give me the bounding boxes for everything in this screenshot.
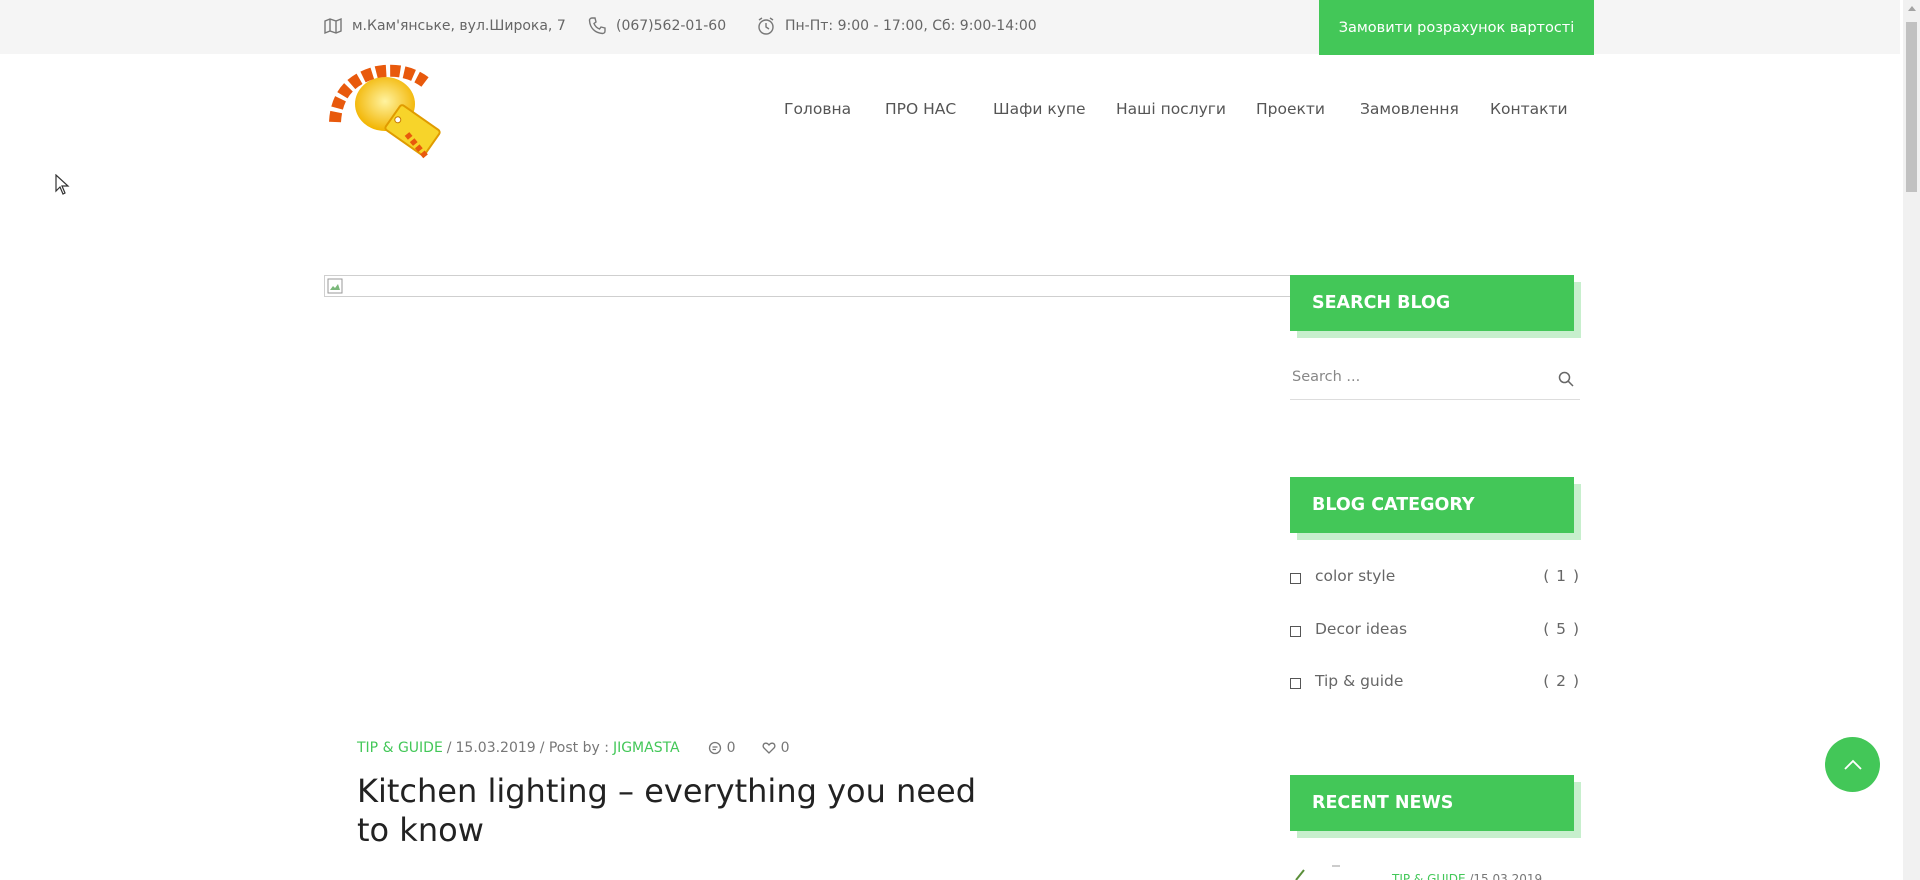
square-bullet-icon xyxy=(1290,573,1301,584)
page-scrollbar[interactable] xyxy=(1903,0,1920,880)
likes-count-value: 0 xyxy=(780,740,790,756)
category-count: ( 2 ) xyxy=(1543,672,1580,690)
nav-orders[interactable]: Замовлення xyxy=(1360,100,1459,118)
hours-text: Пн-Пт: 9:00 - 17:00, Сб: 9:00-14:00 xyxy=(785,18,1037,34)
search-form xyxy=(1290,360,1580,400)
recent-news-title: RECENT NEWS xyxy=(1290,775,1574,831)
square-bullet-icon xyxy=(1290,678,1301,689)
category-count: ( 5 ) xyxy=(1543,620,1580,638)
category-name[interactable]: color style xyxy=(1315,567,1395,585)
scrollbar-thumb[interactable] xyxy=(1906,22,1917,192)
recent-news-meta: TIP & GUIDE /15.03.2019 xyxy=(1392,872,1542,880)
phone-text[interactable]: (067)562-01-60 xyxy=(616,18,726,34)
square-bullet-icon xyxy=(1290,626,1301,637)
comments-count[interactable]: 0 xyxy=(708,740,736,756)
post-featured-image xyxy=(324,275,1292,297)
hours-info: Пн-Пт: 9:00 - 17:00, Сб: 9:00-14:00 xyxy=(757,17,1037,35)
comments-count-value: 0 xyxy=(726,740,736,756)
post-meta: TIP & GUIDE / 15.03.2019 / Post by : JIG… xyxy=(357,740,789,756)
top-info-bar: м.Кам'янське, вул.Широка, 7 (067)562-01-… xyxy=(0,0,1900,54)
order-estimate-button[interactable]: Замовити розрахунок вартості xyxy=(1319,0,1594,55)
phone-icon xyxy=(588,17,606,35)
category-item[interactable]: color style ( 1 ) xyxy=(1290,567,1580,591)
map-icon xyxy=(324,17,342,35)
category-count: ( 1 ) xyxy=(1543,567,1580,585)
site-logo[interactable] xyxy=(325,62,450,167)
heart-icon xyxy=(762,742,776,754)
scroll-up-arrow-icon[interactable] xyxy=(1908,6,1916,11)
nav-wardrobes[interactable]: Шафи купе xyxy=(993,100,1086,118)
search-input[interactable] xyxy=(1290,360,1540,394)
address-text: м.Кам'янське, вул.Широка, 7 xyxy=(352,18,566,34)
nav-home[interactable]: Головна xyxy=(784,100,851,118)
category-name[interactable]: Decor ideas xyxy=(1315,620,1407,638)
likes-count[interactable]: 0 xyxy=(762,740,790,756)
nav-about[interactable]: ПРО НАС xyxy=(885,100,956,118)
mouse-cursor-icon xyxy=(55,174,70,195)
address-info: м.Кам'янське, вул.Широка, 7 xyxy=(324,17,566,35)
recent-news-date: /15.03.2019 xyxy=(1469,872,1543,880)
post-date: 15.03.2019 xyxy=(455,740,536,756)
nav-projects[interactable]: Проекти xyxy=(1256,100,1325,118)
post-title[interactable]: Kitchen lighting – everything you need t… xyxy=(357,772,1017,850)
comment-icon xyxy=(708,741,721,755)
recent-news-category[interactable]: TIP & GUIDE xyxy=(1392,872,1466,880)
chevron-up-icon xyxy=(1843,759,1862,770)
category-item[interactable]: Tip & guide ( 2 ) xyxy=(1290,672,1580,696)
meta-separator: / xyxy=(446,740,452,756)
category-name[interactable]: Tip & guide xyxy=(1315,672,1403,690)
scroll-to-top-button[interactable] xyxy=(1825,737,1880,792)
post-category-link[interactable]: TIP & GUIDE xyxy=(357,740,443,756)
broken-image-icon xyxy=(327,278,343,294)
category-item[interactable]: Decor ideas ( 5 ) xyxy=(1290,620,1580,644)
search-icon[interactable] xyxy=(1558,371,1574,387)
news-thumbnail[interactable] xyxy=(1294,862,1354,880)
phone-info[interactable]: (067)562-01-60 xyxy=(588,17,726,35)
post-author-link[interactable]: JIGMASTA xyxy=(613,740,680,756)
nav-services[interactable]: Наші послуги xyxy=(1116,100,1226,118)
clock-icon xyxy=(758,17,774,35)
nav-contacts[interactable]: Контакти xyxy=(1490,100,1568,118)
blog-category-title: BLOG CATEGORY xyxy=(1290,477,1574,533)
post-by-label: / Post by : xyxy=(539,740,609,756)
search-blog-title: SEARCH BLOG xyxy=(1290,275,1574,331)
